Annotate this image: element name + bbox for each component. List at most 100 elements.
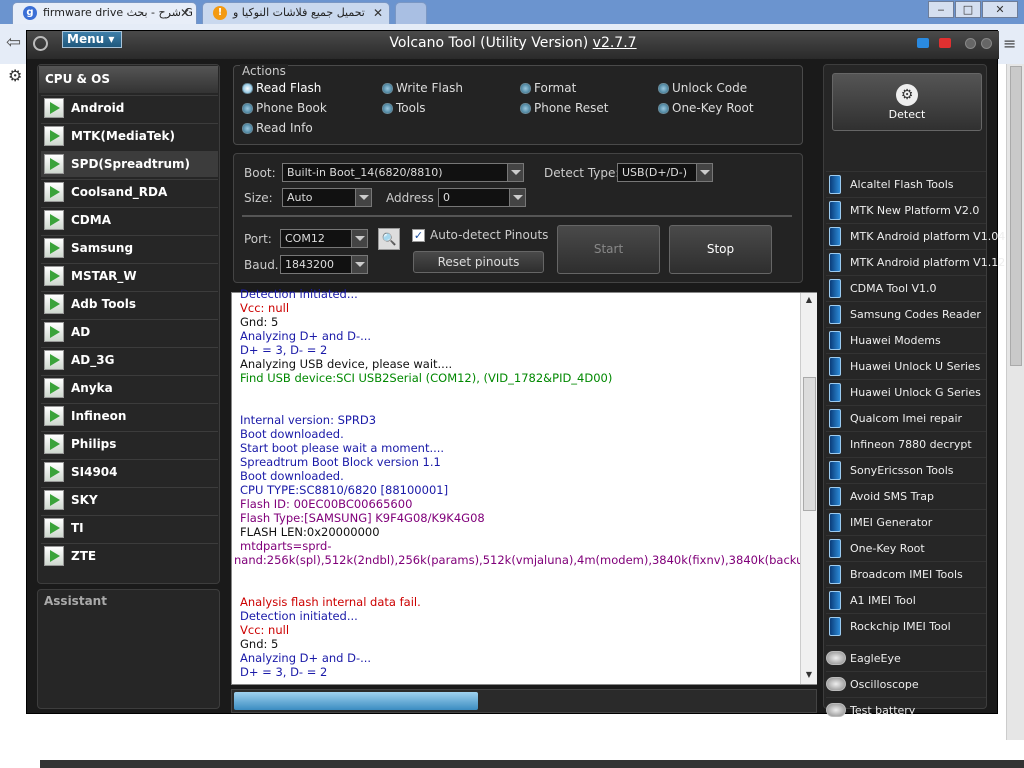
sidebar-item-adb-tools[interactable]: Adb Tools — [41, 291, 218, 317]
tool-item-cdma-tool-v1-0[interactable]: CDMA Tool V1.0 — [826, 275, 986, 301]
log-line: Gnd: 5 — [240, 315, 279, 329]
gear-icon[interactable]: ⚙ — [8, 66, 22, 85]
detect-type-select[interactable]: USB(D+/D-) — [617, 163, 713, 182]
browser-tab-title: تحميل جميع فلاشات النوكيا و — [233, 6, 365, 19]
close-tab-icon[interactable]: ✕ — [180, 3, 190, 23]
tool-item-huawei-unlock-u-series[interactable]: Huawei Unlock U Series — [826, 353, 986, 379]
reset-pinouts-button[interactable]: Reset pinouts — [413, 251, 544, 273]
tool-item-mtk-new-platform-v2-0[interactable]: MTK New Platform V2.0 — [826, 197, 986, 223]
maximize-button[interactable]: □ — [955, 1, 981, 18]
sidebar-item-ad-3g[interactable]: AD_3G — [41, 347, 218, 373]
menu-button[interactable]: Menu ▾ — [62, 31, 122, 48]
sidebar-item-android[interactable]: Android — [41, 95, 218, 121]
scrollbar-thumb[interactable] — [1010, 66, 1022, 366]
tool-item-broadcom-imei-tools[interactable]: Broadcom IMEI Tools — [826, 561, 986, 587]
tool-item-imei-generator[interactable]: IMEI Generator — [826, 509, 986, 535]
extra-item-eagleeye[interactable]: EagleEye — [826, 645, 986, 671]
tool-item-sonyericsson-tools[interactable]: SonyEricsson Tools — [826, 457, 986, 483]
sidebar-item-label: SPD(Spreadtrum) — [71, 157, 191, 171]
tool-item-a1-imei-tool[interactable]: A1 IMEI Tool — [826, 587, 986, 613]
tool-item-samsung-codes-reader[interactable]: Samsung Codes Reader — [826, 301, 986, 327]
radio-format[interactable]: Format — [520, 80, 576, 96]
sidebar-item-zte[interactable]: ZTE — [41, 543, 218, 569]
baud-label: Baud. — [244, 258, 279, 272]
sidebar-item-sky[interactable]: SKY — [41, 487, 218, 513]
radio-unlock-code[interactable]: Unlock Code — [658, 80, 747, 96]
browser-tab-2[interactable]: ! تحميل جميع فلاشات النوكيا و ✕ — [202, 2, 390, 24]
sidebar-item-mstar-w[interactable]: MSTAR_W — [41, 263, 218, 289]
sidebar-item-label: CDMA — [71, 213, 111, 227]
sidebar-item-anyka[interactable]: Anyka — [41, 375, 218, 401]
page-scrollbar[interactable] — [1006, 64, 1024, 740]
log-output[interactable]: Detection initiated... Vcc: null Gnd: 5 Ana… — [231, 287, 817, 685]
extra-item-test-battery[interactable]: Test battery — [826, 697, 986, 723]
start-button[interactable]: Start — [557, 225, 660, 274]
tool-item-alcaltel-flash-tools[interactable]: Alcaltel Flash Tools — [826, 171, 986, 197]
tool-item-label: Avoid SMS Trap — [850, 490, 934, 503]
sidebar-item-si4904[interactable]: SI4904 — [41, 459, 218, 485]
sidebar-item-spd-spreadtrum[interactable]: SPD(Spreadtrum) — [41, 151, 218, 177]
tool-item-huawei-modems[interactable]: Huawei Modems — [826, 327, 986, 353]
search-icon[interactable]: 🔍 — [378, 228, 400, 250]
tool-item-one-key-root[interactable]: One-Key Root — [826, 535, 986, 561]
tool-item-label: Infineon 7880 decrypt — [850, 438, 972, 451]
scrollbar-thumb[interactable] — [803, 377, 816, 511]
back-arrow-icon[interactable]: ⇦ — [6, 32, 21, 53]
wifi-icon[interactable] — [939, 38, 951, 48]
tool-item-rockchip-imei-tool[interactable]: Rockchip IMEI Tool — [826, 613, 986, 639]
menu-label: Menu — [67, 32, 105, 46]
close-window-button[interactable]: ✕ — [982, 1, 1018, 18]
sidebar-item-cdma[interactable]: CDMA — [41, 207, 218, 233]
app-version-link[interactable]: v2.7.7 — [593, 35, 637, 51]
port-value: COM12 — [285, 232, 325, 245]
phone-icon — [829, 201, 841, 220]
assistant-panel[interactable]: Assistant — [37, 589, 220, 709]
minimize-button[interactable]: ‒ — [928, 1, 954, 18]
radio-read-flash[interactable]: Read Flash — [242, 80, 321, 96]
stop-button[interactable]: Stop — [669, 225, 772, 274]
sidebar-item-infineon[interactable]: Infineon — [41, 403, 218, 429]
tool-item-label: MTK Android platform V1.04 — [850, 230, 1006, 243]
minimize-app-button[interactable] — [965, 38, 976, 49]
radio-write-flash[interactable]: Write Flash — [382, 80, 463, 96]
radio-read-info[interactable]: Read Info — [242, 120, 313, 136]
auto-detect-checkbox[interactable]: ✓ — [412, 229, 425, 242]
radio-phone-reset[interactable]: Phone Reset — [520, 100, 609, 116]
tool-item-qualcom-imei-repair[interactable]: Qualcom Imei repair — [826, 405, 986, 431]
actions-legend: Actions — [240, 64, 288, 78]
chrome-menu-icon[interactable]: ≡ — [1003, 34, 1016, 53]
close-app-button[interactable] — [981, 38, 992, 49]
tool-item-mtk-android-platform-v1-04[interactable]: MTK Android platform V1.04 — [826, 223, 1005, 249]
scroll-down-icon[interactable]: ▼ — [803, 670, 815, 682]
size-select[interactable]: Auto — [282, 188, 372, 207]
address-select[interactable]: 0 — [438, 188, 526, 207]
radio-tools[interactable]: Tools — [382, 100, 426, 116]
sidebar-item-ti[interactable]: TI — [41, 515, 218, 541]
detect-button[interactable]: ⚙ Detect — [832, 73, 982, 131]
sidebar-item-philips[interactable]: Philips — [41, 431, 218, 457]
browser-tab-1[interactable]: g firmware drive شرح - بحث G ✕ — [12, 2, 197, 24]
radio-one-key-root[interactable]: One-Key Root — [658, 100, 754, 116]
port-select[interactable]: COM12 — [280, 229, 368, 248]
radio-phone-book[interactable]: Phone Book — [242, 100, 327, 116]
tool-item-mtk-android-platform-v1-12[interactable]: MTK Android platform V1.12 — [826, 249, 1005, 275]
sidebar-item-ad[interactable]: AD — [41, 319, 218, 345]
scroll-up-icon[interactable]: ▲ — [803, 295, 815, 307]
tool-item-label: Rockchip IMEI Tool — [850, 620, 951, 633]
tool-item-huawei-unlock-g-series[interactable]: Huawei Unlock G Series — [826, 379, 986, 405]
boot-select[interactable]: Built-in Boot_14(6820/8810) — [282, 163, 524, 182]
sidebar-item-mtk-mediatek[interactable]: MTK(MediaTek) — [41, 123, 218, 149]
tool-item-label: Huawei Unlock G Series — [850, 386, 981, 399]
tool-item-avoid-sms-trap[interactable]: Avoid SMS Trap — [826, 483, 986, 509]
chevron-down-icon — [355, 189, 371, 206]
tool-item-infineon-7880-decrypt[interactable]: Infineon 7880 decrypt — [826, 431, 986, 457]
extra-item-oscilloscope[interactable]: Oscilloscope — [826, 671, 986, 697]
sidebar-item-samsung[interactable]: Samsung — [41, 235, 218, 261]
new-tab-button[interactable] — [395, 2, 427, 24]
baud-select[interactable]: 1843200 — [280, 255, 368, 274]
close-tab-icon[interactable]: ✕ — [373, 3, 383, 23]
tool-item-label: CDMA Tool V1.0 — [850, 282, 937, 295]
log-scrollbar[interactable]: ▲ ▼ — [800, 293, 817, 684]
diamond-icon[interactable] — [917, 38, 929, 48]
sidebar-item-coolsand-rda[interactable]: Coolsand_RDA — [41, 179, 218, 205]
